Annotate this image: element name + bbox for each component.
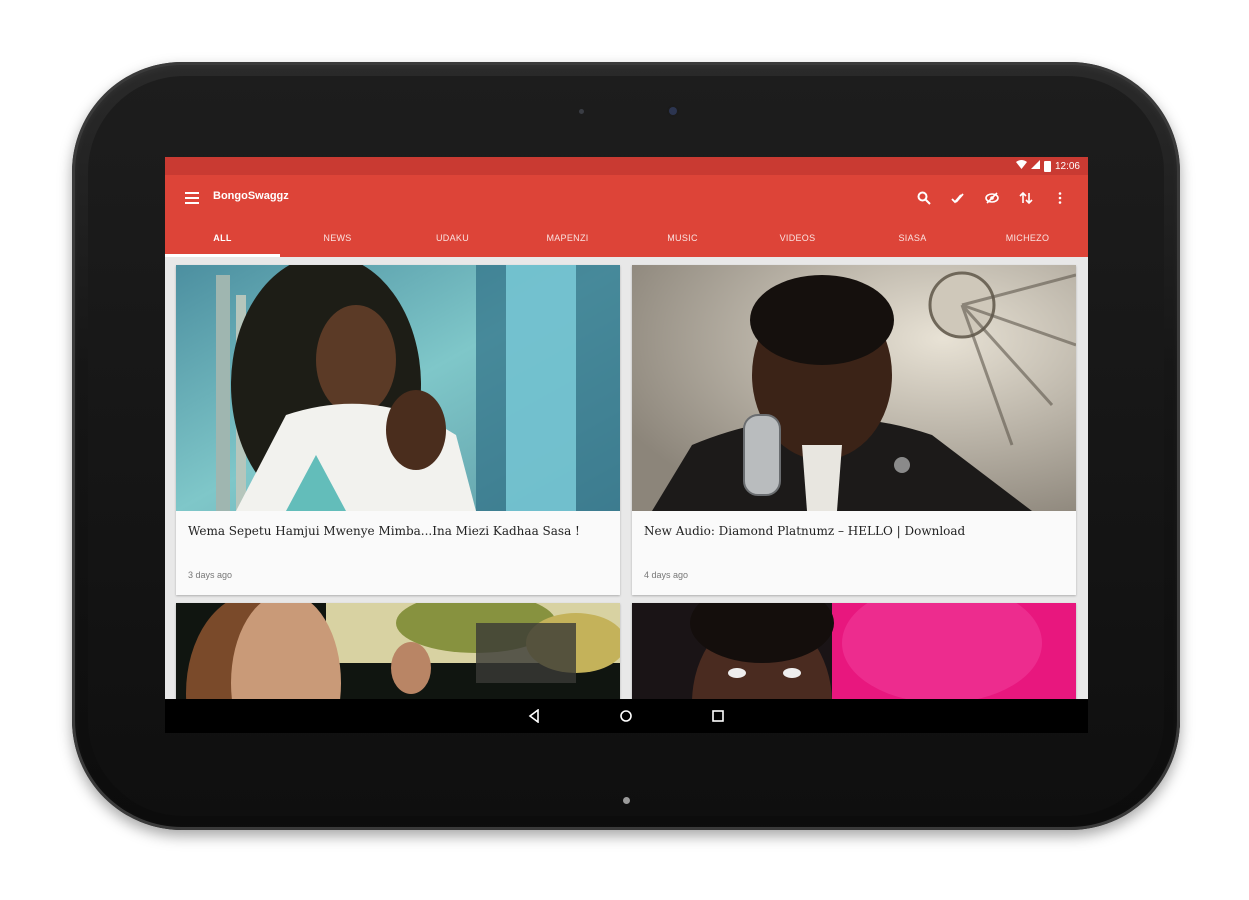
app-bar: BongoSwaggz ALL NEWS UDAKU MAPENZI MUSIC…: [165, 175, 1088, 257]
article-title: Wema Sepetu Hamjui Mwenye Mimba...Ina Mi…: [188, 524, 580, 538]
tab-videos[interactable]: VIDEOS: [740, 223, 855, 257]
status-time: 12:06: [1054, 160, 1080, 172]
battery-icon: [1043, 160, 1051, 172]
article-thumbnail: [632, 265, 1076, 511]
article-title: New Audio: Diamond Platnumz – HELLO | Do…: [644, 524, 966, 538]
back-icon[interactable]: [525, 707, 543, 725]
article-card[interactable]: [176, 603, 620, 699]
front-camera: [669, 107, 677, 115]
screen: 12:06 BongoSwaggz ALL NEWS UDAKU MAPENZI…: [165, 157, 1088, 733]
tab-all[interactable]: ALL: [165, 223, 280, 257]
tab-news[interactable]: NEWS: [280, 223, 395, 257]
status-bar: 12:06: [165, 157, 1088, 175]
tab-udaku[interactable]: UDAKU: [395, 223, 510, 257]
article-thumbnail: [176, 265, 620, 511]
wifi-icon: [1015, 160, 1027, 172]
article-thumbnail: [176, 603, 620, 699]
article-thumbnail: [632, 603, 1076, 699]
recents-icon[interactable]: [709, 707, 727, 725]
signal-icon: [1030, 160, 1040, 172]
action-bar: [912, 187, 1072, 209]
more-vert-icon[interactable]: [1048, 187, 1072, 209]
tab-michezo[interactable]: MICHEZO: [970, 223, 1085, 257]
article-grid: Wema Sepetu Hamjui Mwenye Mimba...Ina Mi…: [165, 257, 1088, 699]
tab-music[interactable]: MUSIC: [625, 223, 740, 257]
search-icon[interactable]: [912, 187, 936, 209]
sort-icon[interactable]: [1014, 187, 1038, 209]
app-title: BongoSwaggz: [213, 190, 289, 202]
done-all-icon[interactable]: [946, 187, 970, 209]
article-time: 4 days ago: [644, 570, 689, 580]
menu-icon[interactable]: [185, 192, 199, 204]
article-card[interactable]: New Audio: Diamond Platnumz – HELLO | Do…: [632, 265, 1076, 595]
article-card[interactable]: Wema Sepetu Hamjui Mwenye Mimba...Ina Mi…: [176, 265, 620, 595]
visibility-off-icon[interactable]: [980, 187, 1004, 209]
tab-mapenzi[interactable]: MAPENZI: [510, 223, 625, 257]
category-tabs: ALL NEWS UDAKU MAPENZI MUSIC VIDEOS SIAS…: [165, 223, 1088, 257]
tab-siasa[interactable]: SIASA: [855, 223, 970, 257]
home-icon[interactable]: [617, 707, 635, 725]
navigation-bar: [165, 699, 1088, 733]
notification-led: [623, 797, 630, 804]
article-time: 3 days ago: [188, 570, 233, 580]
article-card[interactable]: [632, 603, 1076, 699]
proximity-sensor: [579, 109, 584, 114]
